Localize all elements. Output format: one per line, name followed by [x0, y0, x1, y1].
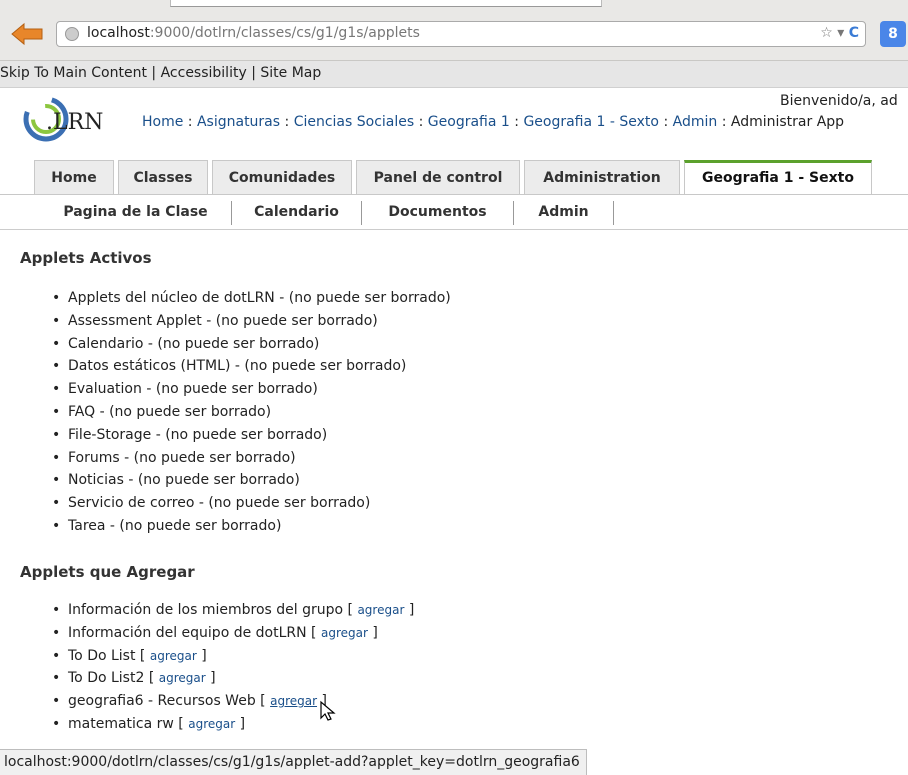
list-item: Datos estáticos (HTML) - (no puede ser b… [52, 355, 451, 378]
agregar-link[interactable]: agregar [159, 671, 206, 685]
url-text: localhost:9000/dotlrn/classes/cs/g1/g1s/… [87, 25, 420, 41]
add-applets-list: Información de los miembros del grupo [ … [52, 599, 414, 736]
breadcrumb-sep: : [659, 114, 673, 130]
list-item: To Do List [ agregar ] [52, 645, 414, 668]
breadcrumb-asignaturas[interactable]: Asignaturas [197, 114, 280, 130]
mouse-cursor-icon [320, 700, 336, 721]
breadcrumb-sep: : [183, 114, 197, 130]
tab-home[interactable]: Home [34, 160, 114, 194]
browser-toolbar: localhost:9000/dotlrn/classes/cs/g1/g1s/… [0, 0, 908, 61]
subtab-documentos[interactable]: Documentos [362, 201, 514, 225]
agregar-link[interactable]: agregar [357, 603, 404, 617]
reload-icon[interactable]: C [849, 25, 859, 41]
tab-geografia-sexto[interactable]: Geografia 1 - Sexto [684, 160, 872, 194]
list-item: File-Storage - (no puede ser borrado) [52, 424, 451, 447]
tab-panel-de-control[interactable]: Panel de control [356, 160, 520, 194]
breadcrumb-current: Administrar App [730, 114, 845, 130]
url-path: :9000/dotlrn/classes/cs/g1/g1s/applets [149, 25, 420, 41]
logo-text: .LRN [46, 110, 103, 135]
breadcrumb-sep: : [509, 114, 524, 130]
breadcrumb-admin[interactable]: Admin [673, 114, 718, 130]
url-bar-icons: ☆ ▾ C [820, 25, 859, 41]
bracket: [ [343, 602, 358, 618]
search-engine-icon[interactable]: 8 [880, 21, 906, 47]
bracket: [ [173, 715, 189, 732]
url-bar[interactable]: localhost:9000/dotlrn/classes/cs/g1/g1s/… [56, 21, 866, 47]
bracket: ] [196, 647, 207, 664]
accessibility-link[interactable]: Accessibility [161, 65, 247, 81]
separator: | [146, 65, 161, 81]
breadcrumb: Home : Asignaturas : Ciencias Sociales :… [142, 114, 844, 130]
breadcrumb-sep: : [414, 114, 428, 130]
agregar-link[interactable]: agregar [188, 717, 235, 731]
back-arrow-icon[interactable] [10, 22, 44, 46]
list-item: Forums - (no puede ser borrado) [52, 447, 451, 470]
subtab-calendario[interactable]: Calendario [232, 201, 362, 225]
agregar-link[interactable]: agregar [270, 694, 317, 708]
active-applets-list: Applets del núcleo de dotLRN - (no puede… [52, 287, 451, 538]
tab-classes[interactable]: Classes [118, 160, 208, 194]
subtab-admin[interactable]: Admin [514, 201, 614, 225]
tab-comunidades[interactable]: Comunidades [212, 160, 352, 194]
applet-name: Información del equipo de dotLRN [68, 624, 307, 641]
add-applets-heading: Applets que Agregar [20, 563, 195, 581]
bracket: ] [367, 624, 378, 641]
bracket: [ [135, 647, 150, 664]
list-item: Noticias - (no puede ser borrado) [52, 469, 451, 492]
breadcrumb-ciencias-sociales[interactable]: Ciencias Sociales [294, 114, 414, 130]
breadcrumb-geografia-sexto[interactable]: Geografia 1 - Sexto [523, 114, 659, 130]
active-applets-heading: Applets Activos [20, 249, 152, 267]
bookmark-star-icon[interactable]: ☆ ▾ [820, 25, 844, 41]
dotlrn-logo[interactable]: .LRN [22, 96, 132, 142]
bracket: ] [404, 602, 415, 618]
bracket: ] [205, 670, 216, 687]
applet-name: matematica rw [68, 715, 174, 732]
agregar-link[interactable]: agregar [321, 626, 368, 640]
site-map-link[interactable]: Site Map [260, 65, 321, 81]
list-item: Evaluation - (no puede ser borrado) [52, 378, 451, 401]
breadcrumb-geografia-1[interactable]: Geografia 1 [428, 114, 510, 130]
list-item: Información del equipo de dotLRN [ agreg… [52, 622, 414, 645]
site-identity-icon[interactable] [65, 27, 79, 41]
bracket: [ [306, 624, 321, 641]
list-item: Tarea - (no puede ser borrado) [52, 515, 451, 538]
subtab-pagina-clase[interactable]: Pagina de la Clase [40, 201, 232, 225]
list-item: matematica rw [ agregar ] [52, 713, 414, 736]
breadcrumb-sep: : [717, 114, 731, 130]
list-item: FAQ - (no puede ser borrado) [52, 401, 451, 424]
separator: | [246, 65, 261, 81]
tab-administration[interactable]: Administration [524, 160, 680, 194]
skip-to-content-link[interactable]: Skip To Main Content [0, 65, 147, 81]
status-bar: localhost:9000/dotlrn/classes/cs/g1/g1s/… [0, 749, 587, 775]
bracket: [ [255, 693, 271, 710]
tabs-divider [0, 194, 908, 195]
applet-name: geografia6 - Recursos Web [68, 693, 256, 710]
bracket: [ [144, 670, 159, 687]
browser-tab[interactable] [170, 0, 602, 7]
skip-bar: Skip To Main Content | Accessibility | S… [0, 61, 908, 88]
list-item: To Do List2 [ agregar ] [52, 667, 414, 690]
list-item: Calendario - (no puede ser borrado) [52, 333, 451, 356]
applet-name: To Do List2 [68, 670, 145, 687]
list-item: Información de los miembros del grupo [ … [52, 599, 414, 622]
bracket: ] [235, 715, 246, 732]
breadcrumb-sep: : [280, 114, 294, 130]
welcome-text: Bienvenido/a, ad [780, 93, 898, 109]
breadcrumb-home[interactable]: Home [142, 114, 183, 130]
list-item: Assessment Applet - (no puede ser borrad… [52, 310, 451, 333]
list-item: geografia6 - Recursos Web [ agregar ] [52, 690, 414, 713]
subtabs-divider [0, 229, 908, 230]
applet-name: Información de los miembros del grupo [68, 602, 344, 618]
applet-name: To Do List [68, 647, 136, 664]
agregar-link[interactable]: agregar [150, 649, 197, 663]
list-item: Applets del núcleo de dotLRN - (no puede… [52, 287, 451, 310]
url-host: localhost [87, 25, 150, 41]
list-item: Servicio de correo - (no puede ser borra… [52, 492, 451, 515]
